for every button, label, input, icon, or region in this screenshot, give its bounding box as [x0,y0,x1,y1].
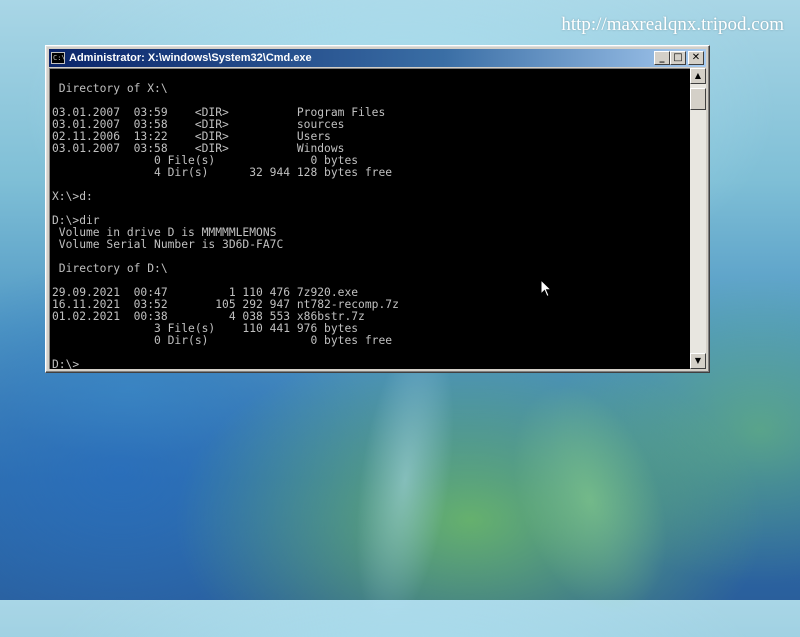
console-text: Directory of X:\ 03.01.2007 03:59 <DIR> … [52,82,399,370]
caption-buttons: _ □ ✕ [654,51,704,65]
cmd-app-icon[interactable]: C:\ [51,52,65,64]
title-bar[interactable]: C:\ Administrator: X:\windows\System32\C… [49,49,706,67]
vertical-scrollbar[interactable]: ▲ ▼ [690,68,706,369]
close-button[interactable]: ✕ [688,51,704,65]
cmd-window[interactable]: C:\ Administrator: X:\windows\System32\C… [45,45,710,373]
watermark-url: http://maxrealqnx.tripod.com [561,14,784,35]
minimize-button[interactable]: _ [654,51,670,65]
window-title: Administrator: X:\windows\System32\Cmd.e… [69,52,312,64]
scroll-down-button[interactable]: ▼ [690,353,706,369]
mouse-pointer-icon [540,279,552,298]
console-output-area[interactable]: Directory of X:\ 03.01.2007 03:59 <DIR> … [49,68,690,369]
wallpaper-green-streak [483,363,697,637]
maximize-button[interactable]: □ [670,51,686,65]
scroll-thumb[interactable] [690,88,706,110]
scroll-up-button[interactable]: ▲ [690,68,706,84]
